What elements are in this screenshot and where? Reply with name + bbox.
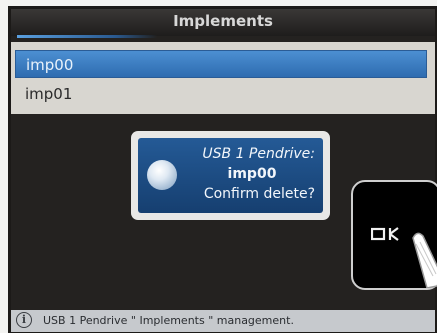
list-item-label: imp00 xyxy=(26,56,74,74)
confirm-dialog: USB 1 Pendrive: imp00 Confirm delete? xyxy=(138,138,323,213)
confirm-dialog-frame: USB 1 Pendrive: imp00 Confirm delete? xyxy=(131,131,330,220)
title-bar: Implements xyxy=(11,9,435,36)
list-item-label: imp01 xyxy=(25,85,73,103)
ok-button[interactable] xyxy=(351,180,437,290)
info-icon: i xyxy=(16,312,32,328)
window-title: Implements xyxy=(173,12,273,30)
globe-icon xyxy=(147,160,177,190)
status-bar: i USB 1 Pendrive " Implements " manageme… xyxy=(11,310,435,332)
dialog-device: USB 1 Pendrive: xyxy=(202,146,315,162)
dialog-question: Confirm delete? xyxy=(203,186,315,202)
finger-press-icon xyxy=(412,232,437,288)
title-underline xyxy=(17,35,157,38)
implements-list: imp00 imp01 xyxy=(11,42,435,114)
dialog-text: USB 1 Pendrive: imp00 Confirm delete? xyxy=(175,144,315,204)
status-text: USB 1 Pendrive " Implements " management… xyxy=(43,314,294,327)
list-item-imp00[interactable]: imp00 xyxy=(15,50,427,78)
ok-label xyxy=(370,226,405,246)
dialog-item-name: imp00 xyxy=(227,166,277,182)
ok-glyph xyxy=(370,227,399,241)
list-item-imp01[interactable]: imp01 xyxy=(15,80,427,108)
